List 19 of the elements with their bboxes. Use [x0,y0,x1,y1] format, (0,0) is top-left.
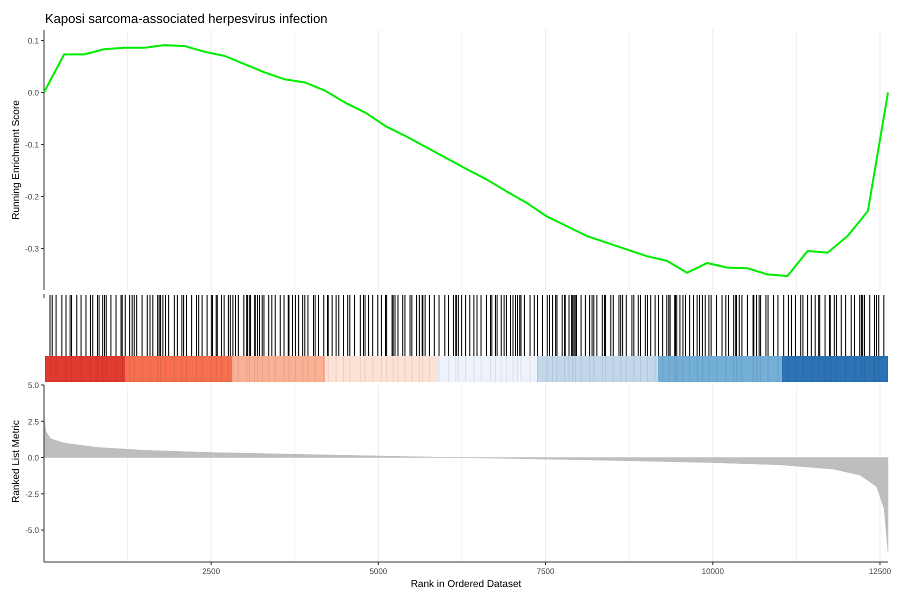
tick-label: 0.0 [28,454,39,463]
x-axis-title: Rank in Ordered Dataset [410,579,522,590]
tick-label: -0.1 [25,140,39,150]
y-axis-title: Running Enrichment Score [11,100,22,220]
tick-label: 10000 [702,567,724,576]
tick-label: 0.0 [28,88,39,98]
tick-label: 12500 [868,567,892,576]
tick-label: -2.5 [25,490,39,499]
tick-label: -5.0 [25,526,39,536]
y-axis-title: Ranked List Metric [11,420,22,503]
chart-title: Kaposi sarcoma-associated herpesvirus infection [45,11,328,26]
tick-label: 5000 [369,567,388,576]
tick-label: 5.0 [28,381,39,390]
tick-label: 0.1 [28,36,39,46]
tick-label: 7500 [536,567,554,576]
tick-label: -0.3 [25,244,39,254]
tick-label: 2.5 [28,417,39,426]
tick-label: 2500 [202,567,220,576]
tick-label: -0.2 [25,192,39,202]
